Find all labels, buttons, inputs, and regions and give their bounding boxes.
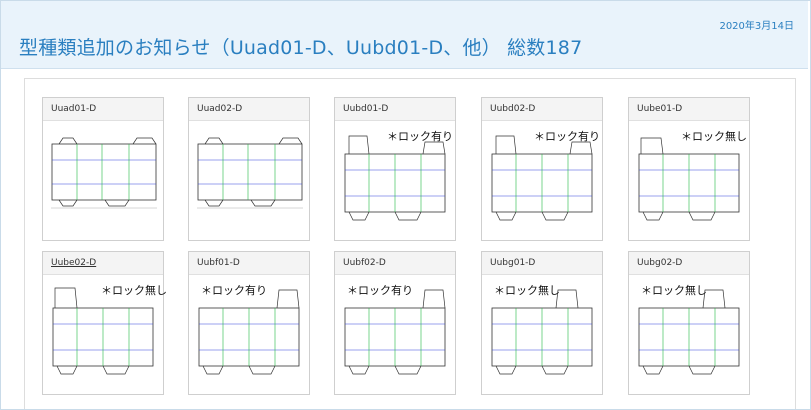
gallery-card[interactable]: Uuad01-D (42, 97, 164, 241)
card-label: Uuad01-D (43, 98, 163, 121)
card-label: Uubf01-D (189, 252, 309, 275)
die-line-thumbnail[interactable] (193, 278, 307, 392)
die-line-thumbnail[interactable] (47, 278, 161, 392)
die-line-thumbnail[interactable] (486, 278, 600, 392)
card-label: Uubf02-D (335, 252, 455, 275)
gallery-card[interactable]: Uubd02-D ＊ロック有り (481, 97, 603, 241)
gallery-card[interactable]: Uuad02-D (188, 97, 310, 241)
gallery-card[interactable]: Uubf02-D ＊ロック有り (334, 251, 456, 395)
post-date: 2020年3月14日 (719, 21, 794, 32)
card-label: Uubg02-D (629, 252, 749, 275)
die-line-thumbnail[interactable] (339, 278, 453, 392)
gallery-card[interactable]: Uube01-D ＊ロック無し (628, 97, 750, 241)
gallery-card[interactable]: Uubg02-D ＊ロック無し (628, 251, 750, 395)
page-header: 型種類追加のお知らせ（Uuad01-D、Uubd01-D、他） 総数187 20… (1, 1, 808, 69)
card-label: Uubd02-D (482, 98, 602, 121)
die-line-thumbnail[interactable] (486, 124, 600, 238)
die-line-thumbnail[interactable] (193, 124, 307, 238)
die-line-thumbnail[interactable] (47, 124, 161, 238)
card-label: Uuad02-D (189, 98, 309, 121)
gallery-card[interactable]: Uubg01-D ＊ロック無し (481, 251, 603, 395)
die-line-thumbnail[interactable] (339, 124, 453, 238)
gallery-panel: Uuad01-D Uuad02-D Uubd01-D ＊ロック有り Uubd02… (24, 78, 796, 409)
card-label: Uubd01-D (335, 98, 455, 121)
card-label: Uube02-D (43, 252, 163, 275)
die-line-thumbnail[interactable] (633, 124, 747, 238)
gallery-card[interactable]: Uubd01-D ＊ロック有り (334, 97, 456, 241)
gallery-card[interactable]: Uubf01-D ＊ロック有り (188, 251, 310, 395)
gallery-card[interactable]: Uube02-D ＊ロック無し (42, 251, 167, 395)
card-label: Uube01-D (629, 98, 749, 121)
die-line-thumbnail[interactable] (633, 278, 747, 392)
page-title: 型種類追加のお知らせ（Uuad01-D、Uubd01-D、他） 総数187 (19, 37, 583, 59)
card-label: Uubg01-D (482, 252, 602, 275)
